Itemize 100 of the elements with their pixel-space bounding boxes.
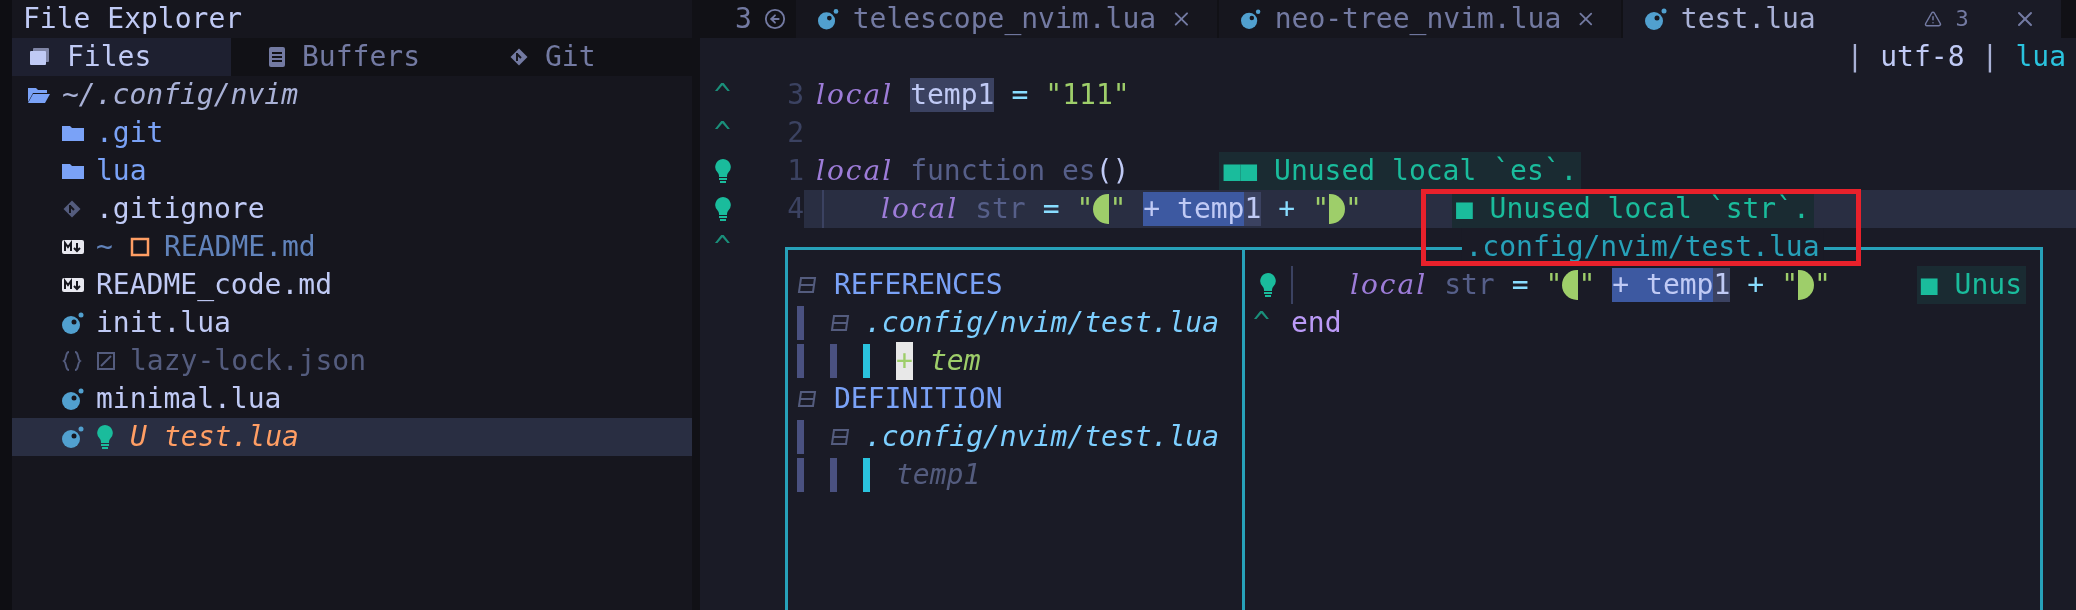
filetype-label: lua (2015, 39, 2066, 75)
open-folder-icon (28, 86, 50, 104)
diagnostic-message: ■ Unus (1916, 266, 2026, 304)
warning-icon (1923, 10, 1942, 28)
collapse-icon (797, 389, 817, 409)
bracket-highlight-icon (1562, 270, 1579, 300)
file-path[interactable]: .config/nvim/test.lua (865, 304, 1219, 342)
collapse-icon (797, 275, 817, 295)
lua-file-icon (62, 426, 84, 448)
panel-title: File Explorer (22, 1, 244, 37)
editor-tab[interactable]: neo-tree_nvim.lua (1218, 0, 1623, 38)
folder-name[interactable]: ~/.config/nvim (62, 76, 298, 114)
fold-marker: ^ (714, 229, 731, 265)
cursor-char: + (896, 342, 913, 380)
operator: = (1011, 78, 1029, 112)
folder-icon (62, 124, 84, 142)
file-name[interactable]: README.md (164, 228, 316, 266)
bracket-highlight-icon (1329, 194, 1346, 224)
editor-tab[interactable]: test.lua 3 (1622, 0, 2063, 38)
punctuation: () (1095, 154, 1130, 188)
indent-guide (797, 458, 804, 492)
section-heading[interactable]: DEFINITION (834, 380, 1003, 418)
lightbulb-icon (714, 158, 732, 184)
line-number: 3 (786, 77, 804, 113)
fold-marker: ^ (714, 115, 731, 151)
selected-text: + temp (1143, 192, 1245, 226)
lightbulb-icon (714, 196, 732, 222)
highlighted-identifier: 1 (1244, 192, 1262, 226)
slashed-square-icon (96, 351, 116, 371)
lua-file-icon (62, 388, 84, 410)
sidebar-tab[interactable]: Files (12, 38, 231, 76)
keyword: local (816, 78, 894, 112)
folder-icon (62, 162, 84, 180)
operator: + (1747, 268, 1765, 302)
sidebar-tab[interactable]: Git (472, 38, 692, 76)
collapse-icon (830, 427, 850, 447)
fold-marker: ^ (1253, 305, 1270, 341)
file-path[interactable]: .config/nvim/test.lua (865, 418, 1219, 456)
braces-icon (62, 350, 82, 372)
folder-name[interactable]: .git (96, 114, 164, 152)
string-literal: " (1345, 192, 1362, 226)
lightbulb-icon (1259, 272, 1277, 298)
indent-guide (797, 306, 804, 340)
file-name[interactable]: .gitignore (96, 190, 265, 228)
document-icon (268, 46, 286, 68)
separator-text: | (1981, 39, 1999, 75)
highlighted-identifier: 1 (1713, 268, 1731, 302)
operator: = (1511, 268, 1529, 302)
selected-text: + temp (1612, 268, 1714, 302)
lua-file-icon (817, 8, 839, 30)
identifier: es (1062, 154, 1096, 188)
bracket-highlight-icon (1093, 194, 1110, 224)
keyword: local (816, 154, 894, 188)
keyword: end (1291, 306, 1342, 340)
files-icon (29, 47, 51, 67)
line-number: 4 (786, 191, 804, 227)
warning-count: 3 (1955, 5, 1969, 33)
indent-guide (830, 344, 837, 378)
markdown-icon (62, 277, 84, 293)
file-name[interactable]: README_code.md (96, 266, 332, 304)
buffer-count: 3 (735, 1, 752, 37)
keyword: local (1350, 268, 1428, 302)
folder-name[interactable]: lua (96, 152, 147, 190)
git-status: ~ (96, 229, 114, 265)
highlighted-identifier: temp1 (910, 78, 995, 112)
line-number: 1 (786, 153, 804, 189)
file-name[interactable]: minimal.lua (96, 380, 282, 418)
sidebar-tab[interactable]: Buffers (231, 38, 472, 76)
git-status: U (130, 419, 148, 455)
file-name[interactable]: init.lua (96, 304, 231, 342)
string-literal: " (1545, 268, 1563, 302)
encoding-label: utf-8 (1880, 39, 1965, 75)
fold-marker: ^ (714, 77, 731, 113)
indent-guide (863, 344, 870, 378)
match-text[interactable]: tem (930, 342, 981, 380)
identifier: str (1444, 268, 1495, 302)
indent-guide (830, 458, 837, 492)
string-literal: " (1109, 192, 1127, 226)
diagnostic-message: ■■ Unused local `es`. (1219, 152, 1582, 190)
lua-file-icon (1240, 8, 1261, 30)
bracket-highlight-icon (1798, 270, 1815, 300)
string-literal: " (1578, 268, 1596, 302)
lua-file-icon (1644, 8, 1667, 30)
section-heading[interactable]: REFERENCES (834, 266, 1003, 304)
editor-tab[interactable]: telescope_nvim.lua (795, 0, 1219, 38)
identifier: str (975, 192, 1026, 226)
string-literal: " (1814, 268, 1831, 302)
tab-label: neo-tree_nvim.lua (1274, 1, 1562, 37)
string-literal: " (1076, 192, 1094, 226)
indent-guide (797, 420, 804, 454)
lua-file-icon (62, 312, 84, 334)
indent-guide (797, 344, 804, 378)
keyword: local (881, 192, 959, 226)
identifier: function (910, 154, 1045, 188)
square-icon (130, 237, 150, 257)
operator: = (1042, 192, 1060, 226)
file-name[interactable]: test.lua (164, 418, 299, 456)
tab-label: telescope_nvim.lua (852, 1, 1157, 37)
line-number: 2 (786, 115, 804, 151)
selected-tree-row[interactable]: U test.lua (12, 418, 692, 456)
